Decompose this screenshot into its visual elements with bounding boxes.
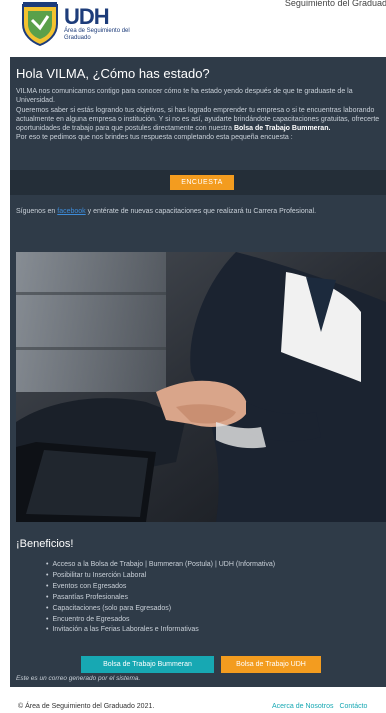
social-text-before: Síguenos en [16,208,58,215]
social-text: Síguenos en facebook y entérate de nueva… [16,208,316,215]
logo-text: UDH [64,4,110,29]
intro-paragraph-1: VILMA nos comunicamos contigo para conoc… [16,88,353,105]
social-text-after: y entérate de nuevas capacitaciones que … [85,208,317,215]
handshake-photo [16,252,386,522]
shield-logo-icon [22,2,58,46]
survey-button-strip: ENCUESTA [10,170,386,195]
encuesta-button[interactable]: ENCUESTA [170,175,234,190]
benefits-list: Acceso a la Bolsa de Trabajo | Bummeran … [46,560,275,636]
about-us-link[interactable]: Acerca de Nosotros [272,703,333,710]
greeting-heading: Hola VILMA, ¿Cómo has estado? [16,66,210,81]
logo-subtitle: Área de Seguimiento del Graduado [64,28,130,41]
list-item: Encuentro de Egresados [46,615,275,626]
udh-logo: UDH Área de Seguimiento del Graduado [20,2,132,46]
list-item: Acceso a la Bolsa de Trabajo | Bummeran … [46,560,275,571]
auto-generated-note: Este es un correo generado por el sistem… [16,675,141,682]
list-item: Posibilitar tu Inserción Laboral [46,571,275,582]
intro-paragraph-2: Queremos saber si estás logrando tus obj… [16,106,384,134]
list-item: Invitación a las Ferias Laborales e Info… [46,625,275,636]
facebook-link[interactable]: facebook [57,208,85,215]
bolsa-udh-button[interactable]: Bolsa de Trabajo UDH [221,656,321,673]
footer-links: Acerca de Nosotros Contácto [272,703,371,710]
list-item: Pasantías Profesionales [46,593,275,604]
list-item: Capacitaciones (solo para Egresados) [46,604,275,615]
intro-text: VILMA nos comunicamos contigo para conoc… [16,87,384,143]
benefits-title: ¡Beneficios! [16,538,74,550]
email-header: UDH Área de Seguimiento del Graduado Seg… [0,0,386,50]
header-title: Seguimiento del Graduado [284,0,386,8]
email-card: Hola VILMA, ¿Cómo has estado? VILMA nos … [10,57,386,687]
contact-link[interactable]: Contácto [339,703,367,710]
handshake-image [16,252,386,522]
bolsa-bummeran-button[interactable]: Bolsa de Trabajo Bummeran [81,656,214,673]
bolsa-bummeran-bold: Bolsa de Trabajo Bummeran. [233,125,331,133]
footer-copyright: © Área de Seguimiento del Graduado 2021. [18,703,155,710]
intro-paragraph-3: Por eso te pedimos que nos brindes tus r… [16,134,293,142]
list-item: Eventos con Egresados [46,582,275,593]
